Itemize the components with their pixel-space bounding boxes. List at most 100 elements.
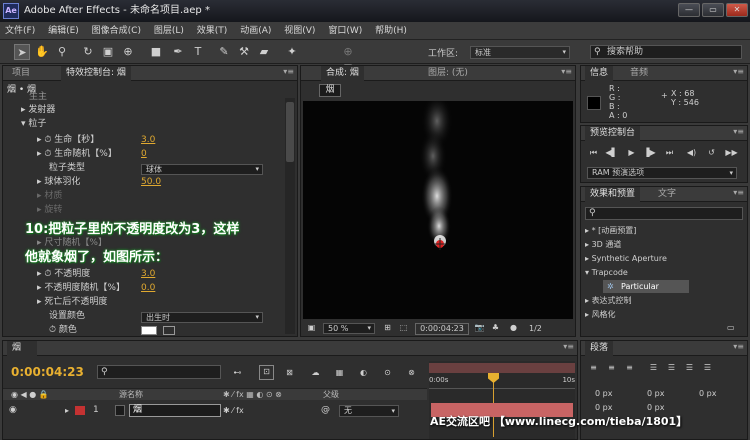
stopwatch-icon[interactable]: ⏱	[44, 269, 54, 279]
tab-project[interactable]: 项目	[7, 66, 35, 81]
comp-name-button[interactable]: 烟	[319, 84, 341, 97]
tab-info[interactable]: 信息	[585, 66, 614, 81]
pan-behind-tool-icon[interactable]: ⊕	[120, 44, 136, 60]
menu-file[interactable]: 文件(F)	[0, 22, 40, 40]
color-swatch[interactable]	[141, 326, 157, 335]
mini-flowchart-icon[interactable]: ⊷	[231, 367, 244, 379]
work-area-bar[interactable]	[429, 363, 575, 373]
pen-tool-icon[interactable]: ✒	[170, 44, 186, 60]
draft-3d-icon[interactable]: ⊠	[283, 367, 296, 379]
rotate-tool-icon[interactable]: ↻	[80, 44, 96, 60]
justify-right-icon[interactable]: ☰	[683, 362, 696, 374]
maximize-button[interactable]: ▭	[702, 3, 724, 17]
resolution-value[interactable]: 1/2	[529, 323, 549, 335]
indent-first-value[interactable]: 0 px	[699, 387, 716, 401]
preset-item-stylize[interactable]: ▸ 风格化	[585, 308, 616, 321]
eyedropper-icon[interactable]	[163, 326, 175, 335]
title-safe-icon[interactable]: ⊞	[381, 322, 394, 334]
tab-layer[interactable]: 图层: (无)	[423, 66, 473, 81]
graph-editor-icon[interactable]: ⊙	[381, 367, 394, 379]
opacity-random-value[interactable]: 0.0	[141, 281, 155, 295]
puppet-pin-tool-icon[interactable]: ✦	[284, 44, 300, 60]
preset-item-animation[interactable]: ▸ * [动画预置]	[585, 224, 636, 237]
panel-menu-icon[interactable]: ▾≡	[733, 127, 744, 136]
life-random-value[interactable]: 0	[141, 147, 147, 161]
menu-view[interactable]: 视图(V)	[279, 22, 320, 40]
stopwatch-icon[interactable]: ⏱	[44, 135, 54, 145]
comp-timecode[interactable]: 0:00:04:23	[415, 323, 469, 335]
mask-toggle-icon[interactable]: ⬚	[397, 322, 410, 334]
loop-icon[interactable]: ↺	[705, 147, 718, 159]
tab-preview[interactable]: 预览控制台	[585, 126, 641, 141]
ram-preview-icon[interactable]: ▶▶	[725, 147, 738, 159]
scrollbar[interactable]	[285, 98, 295, 334]
new-folder-icon[interactable]: ▭	[727, 323, 735, 332]
panel-menu-icon[interactable]: ▾≡	[563, 342, 574, 351]
panel-menu-icon[interactable]: ▾≡	[733, 67, 744, 76]
tab-paragraph[interactable]: 段落	[585, 341, 614, 356]
first-frame-icon[interactable]: ⏮	[587, 147, 600, 159]
text-tool-icon[interactable]: T	[190, 44, 206, 60]
particle-row[interactable]: ▾ 粒子	[21, 117, 46, 131]
menu-edit[interactable]: 编辑(E)	[43, 22, 84, 40]
audio-icon[interactable]: ◀)	[685, 147, 698, 159]
tab-effect-controls[interactable]: 特效控制台: 烟	[61, 66, 131, 81]
menu-animation[interactable]: 动画(A)	[235, 22, 276, 40]
scrollbar-thumb[interactable]	[286, 102, 294, 162]
workspace-select[interactable]: 标准	[470, 46, 570, 59]
minimize-button[interactable]: —	[678, 3, 700, 17]
hide-shy-icon[interactable]: ☁	[309, 367, 322, 379]
preset-item-expression-controls[interactable]: ▸ 表达式控制	[585, 294, 632, 307]
align-right-icon[interactable]: ≡	[623, 362, 636, 374]
menu-layer[interactable]: 图层(L)	[149, 22, 189, 40]
panel-menu-icon[interactable]: ▾≡	[733, 342, 744, 351]
preset-item-particular[interactable]: ✲ Particular	[603, 280, 689, 293]
play-icon[interactable]: ▶	[625, 147, 638, 159]
align-left-icon[interactable]: ≡	[587, 362, 600, 374]
preset-item-3d-channel[interactable]: ▸ 3D 通道	[585, 238, 621, 251]
stopwatch-icon[interactable]: ⏱	[44, 149, 54, 159]
menu-window[interactable]: 窗口(W)	[323, 22, 367, 40]
tab-audio[interactable]: 音频	[625, 66, 653, 81]
snapshot-icon[interactable]: 📷	[473, 322, 486, 334]
panel-menu-icon[interactable]: ▾≡	[561, 67, 572, 76]
pickwhip-icon[interactable]: @	[321, 404, 330, 417]
layer-switches-icon[interactable]: ✱ ⁄ fx	[223, 404, 244, 417]
tab-effects-presets[interactable]: 效果和预置	[585, 187, 641, 202]
frame-blending-icon[interactable]: ▦	[333, 367, 346, 379]
camera-tool-icon[interactable]: ▣	[100, 44, 116, 60]
brainstorm-icon[interactable]: ⊗	[405, 367, 418, 379]
clone-stamp-tool-icon[interactable]: ⚒	[236, 44, 252, 60]
indent-left-value[interactable]: 0 px	[595, 387, 612, 401]
stopwatch-icon[interactable]: ⏱	[49, 325, 59, 335]
justify-all-icon[interactable]: ☰	[701, 362, 714, 374]
timeline-search-input[interactable]: ⚲	[97, 365, 221, 379]
brush-tool-icon[interactable]: ✎	[216, 44, 232, 60]
sphere-feather-value[interactable]: 50.0	[141, 175, 161, 189]
channel-icon[interactable]: ●	[507, 322, 520, 334]
tab-text[interactable]: 文字	[653, 187, 681, 202]
parent-select[interactable]: 无	[339, 405, 399, 417]
layer-row[interactable]: ◉ ▸ 1 烟 ✱ ⁄ fx @ 无	[3, 403, 427, 418]
particle-type-select[interactable]: 球体	[141, 164, 263, 175]
preset-item-synthetic-aperture[interactable]: ▸ Synthetic Aperture	[585, 252, 667, 265]
ram-options-select[interactable]: RAM 预演选项	[587, 167, 737, 179]
preset-item-trapcode[interactable]: ▾ Trapcode	[585, 266, 628, 279]
indent-right-value[interactable]: 0 px	[647, 387, 664, 401]
comp-flowchart-icon[interactable]: ⊡	[259, 365, 274, 380]
prev-frame-icon[interactable]: ◀▌	[605, 147, 618, 159]
eraser-tool-icon[interactable]: ▰	[256, 44, 272, 60]
timeline-timecode[interactable]: 0:00:04:23	[11, 365, 84, 379]
zoom-tool-icon[interactable]: ⚲	[54, 44, 70, 60]
last-frame-icon[interactable]: ⏭	[663, 147, 676, 159]
time-ruler[interactable]: 0:00s 10s	[429, 375, 575, 389]
search-input[interactable]: 搜索帮助	[607, 46, 643, 58]
menu-help[interactable]: 帮助(H)	[370, 22, 412, 40]
comp-viewer[interactable]	[303, 101, 573, 319]
tab-composition[interactable]: 合成: 烟	[321, 66, 364, 81]
layer-color-label[interactable]	[75, 406, 85, 415]
motion-blur-icon[interactable]: ◐	[357, 367, 370, 379]
set-color-select[interactable]: 出生时	[141, 312, 263, 323]
effects-search-input[interactable]: ⚲	[585, 207, 743, 220]
visibility-eye-icon[interactable]: ◉	[9, 404, 17, 417]
